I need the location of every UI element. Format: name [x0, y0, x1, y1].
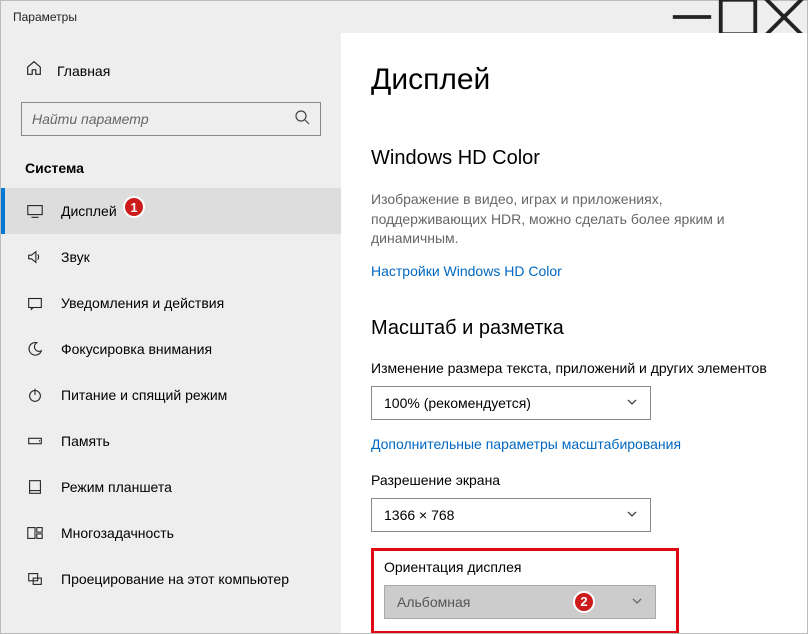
- sound-icon: [25, 248, 45, 266]
- sidebar-item-label: Память: [61, 433, 110, 449]
- orientation-field-label: Ориентация дисплея: [384, 559, 666, 575]
- sidebar-item-label: Уведомления и действия: [61, 295, 224, 311]
- project-icon: [25, 570, 45, 588]
- hdr-description: Изображение в видео, играх и приложениях…: [371, 190, 777, 249]
- sidebar: Главная Система Дисплей 1 Звук: [1, 33, 341, 633]
- titlebar: Параметры: [1, 1, 807, 33]
- sidebar-item-multitask[interactable]: Многозадачность: [1, 510, 341, 556]
- sidebar-item-display[interactable]: Дисплей 1: [1, 188, 341, 234]
- sidebar-item-notifications[interactable]: Уведомления и действия: [1, 280, 341, 326]
- sidebar-item-label: Дисплей: [61, 203, 117, 219]
- notifications-icon: [25, 294, 45, 312]
- sidebar-section-title: Система: [1, 160, 341, 188]
- scale-section-title: Масштаб и разметка: [371, 317, 777, 340]
- chevron-down-icon: [626, 507, 638, 523]
- sidebar-item-label: Проецирование на этот компьютер: [61, 571, 289, 587]
- sidebar-item-focus[interactable]: Фокусировка внимания: [1, 326, 341, 372]
- home-icon: [25, 59, 43, 82]
- moon-icon: [25, 340, 45, 358]
- home-label: Главная: [57, 63, 110, 79]
- hdr-settings-link[interactable]: Настройки Windows HD Color: [371, 263, 777, 279]
- page-title: Дисплей: [371, 63, 777, 97]
- resolution-dropdown[interactable]: 1366 × 768: [371, 498, 651, 532]
- orientation-dropdown[interactable]: Альбомная 2: [384, 585, 656, 619]
- close-button[interactable]: [761, 1, 807, 33]
- sidebar-item-sound[interactable]: Звук: [1, 234, 341, 280]
- home-button[interactable]: Главная: [1, 51, 341, 98]
- multitask-icon: [25, 524, 45, 542]
- chevron-down-icon: [626, 395, 638, 411]
- sidebar-item-tablet[interactable]: Режим планшета: [1, 464, 341, 510]
- window-title: Параметры: [13, 10, 77, 24]
- scale-field-label: Изменение размера текста, приложений и д…: [371, 360, 777, 376]
- orientation-dropdown-value: Альбомная: [397, 594, 470, 610]
- tablet-icon: [25, 478, 45, 496]
- main-content: Дисплей Windows HD Color Изображение в в…: [341, 33, 807, 633]
- chevron-down-icon: [631, 594, 643, 610]
- orientation-highlight: Ориентация дисплея Альбомная 2: [371, 548, 679, 633]
- hdr-section-title: Windows HD Color: [371, 147, 777, 170]
- sidebar-item-label: Питание и спящий режим: [61, 387, 227, 403]
- resolution-dropdown-value: 1366 × 768: [384, 507, 454, 523]
- power-icon: [25, 386, 45, 404]
- maximize-button[interactable]: [715, 1, 761, 33]
- search-icon: [294, 109, 310, 130]
- sidebar-item-label: Многозадачность: [61, 525, 174, 541]
- scale-dropdown-value: 100% (рекомендуется): [384, 395, 531, 411]
- scale-dropdown[interactable]: 100% (рекомендуется): [371, 386, 651, 420]
- sidebar-item-label: Режим планшета: [61, 479, 172, 495]
- sidebar-item-project[interactable]: Проецирование на этот компьютер: [1, 556, 341, 602]
- search-input[interactable]: [21, 102, 321, 136]
- search-field[interactable]: [32, 111, 294, 127]
- annotation-badge-2: 2: [573, 591, 595, 613]
- sidebar-item-label: Звук: [61, 249, 90, 265]
- annotation-badge-1: 1: [123, 196, 145, 218]
- sidebar-item-storage[interactable]: Память: [1, 418, 341, 464]
- storage-icon: [25, 432, 45, 450]
- resolution-field-label: Разрешение экрана: [371, 472, 777, 488]
- sidebar-item-power[interactable]: Питание и спящий режим: [1, 372, 341, 418]
- minimize-button[interactable]: [669, 1, 715, 33]
- sidebar-item-label: Фокусировка внимания: [61, 341, 212, 357]
- display-icon: [25, 202, 45, 220]
- advanced-scale-link[interactable]: Дополнительные параметры масштабирования: [371, 436, 777, 452]
